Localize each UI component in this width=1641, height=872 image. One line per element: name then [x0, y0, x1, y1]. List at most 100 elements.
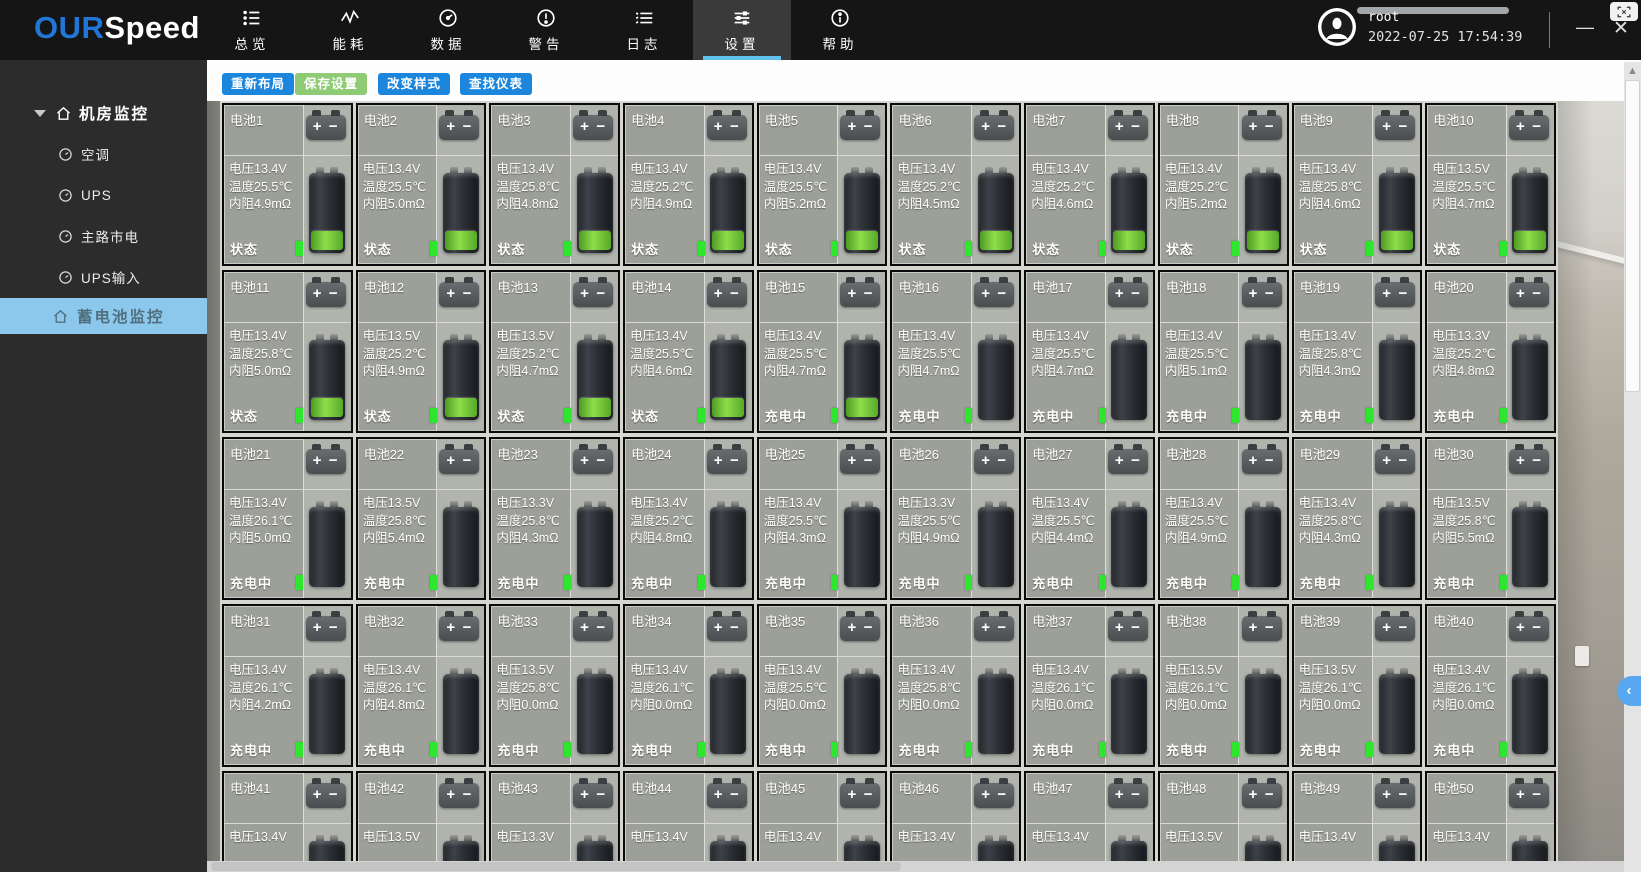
battery-plus-minus-icon[interactable]: +−	[1509, 282, 1549, 307]
battery-card[interactable]: +− 电池14 电压13.4V 温度25.5℃ 内阻4.6mΩ 状态	[623, 270, 754, 433]
battery-plus-minus-icon[interactable]: +−	[1375, 115, 1415, 140]
battery-card[interactable]: +− 电池37 电压13.4V 温度26.1℃ 内阻0.0mΩ 充电中	[1024, 604, 1155, 767]
battery-plus-minus-icon[interactable]: +−	[1242, 783, 1282, 808]
battery-card[interactable]: +− 电池28 电压13.4V 温度25.5℃ 内阻4.9mΩ 充电中	[1158, 437, 1289, 600]
save-settings-button[interactable]: 保存设置	[295, 73, 367, 95]
battery-card[interactable]: +− 电池46 电压13.4V	[890, 771, 1021, 872]
battery-plus-minus-icon[interactable]: +−	[439, 783, 479, 808]
battery-plus-minus-icon[interactable]: +−	[707, 115, 747, 140]
battery-card[interactable]: +− 电池50 电压13.4V	[1425, 771, 1556, 872]
battery-card[interactable]: +− 电池10 电压13.5V 温度25.5℃ 内阻4.7mΩ 状态	[1425, 103, 1556, 266]
battery-card[interactable]: +− 电池18 电压13.4V 温度25.5℃ 内阻5.1mΩ 充电中	[1158, 270, 1289, 433]
battery-card[interactable]: +− 电池45 电压13.4V	[757, 771, 888, 872]
battery-plus-minus-icon[interactable]: +−	[439, 449, 479, 474]
collapse-panel-chevron[interactable]: ‹	[1617, 676, 1641, 706]
battery-card[interactable]: +− 电池42 电压13.5V	[356, 771, 487, 872]
sidebar-item-ups[interactable]: UPS	[0, 181, 207, 209]
change-style-button[interactable]: 改变样式	[378, 73, 450, 95]
battery-plus-minus-icon[interactable]: +−	[1509, 783, 1549, 808]
battery-card[interactable]: +− 电池13 电压13.5V 温度25.2℃ 内阻4.7mΩ 状态	[489, 270, 620, 433]
sidebar-section-room-monitoring[interactable]: 机房监控	[0, 98, 207, 128]
battery-card[interactable]: +− 电池40 电压13.4V 温度26.1℃ 内阻0.0mΩ 充电中	[1425, 604, 1556, 767]
battery-card[interactable]: +− 电池11 电压13.4V 温度25.8℃ 内阻5.0mΩ 状态	[222, 270, 353, 433]
tab-alerts[interactable]: 警告	[497, 0, 595, 60]
horizontal-scrollbar[interactable]	[207, 861, 1624, 872]
battery-card[interactable]: +− 电池16 电压13.4V 温度25.5℃ 内阻4.7mΩ 充电中	[890, 270, 1021, 433]
vertical-scrollbar-thumb[interactable]	[1625, 80, 1640, 392]
battery-card[interactable]: +− 电池7 电压13.4V 温度25.2℃ 内阻4.6mΩ 状态	[1024, 103, 1155, 266]
battery-card[interactable]: +− 电池9 电压13.4V 温度25.8℃ 内阻4.6mΩ 状态	[1292, 103, 1423, 266]
battery-card[interactable]: +− 电池15 电压13.4V 温度25.5℃ 内阻4.7mΩ 充电中	[757, 270, 888, 433]
battery-plus-minus-icon[interactable]: +−	[306, 115, 346, 140]
battery-card[interactable]: +− 电池17 电压13.4V 温度25.5℃ 内阻4.7mΩ 充电中	[1024, 270, 1155, 433]
battery-plus-minus-icon[interactable]: +−	[439, 616, 479, 641]
battery-card[interactable]: +− 电池26 电压13.3V 温度25.5℃ 内阻4.9mΩ 充电中	[890, 437, 1021, 600]
relayout-button[interactable]: 重新布局	[222, 73, 294, 95]
battery-plus-minus-icon[interactable]: +−	[840, 115, 880, 140]
tab-data[interactable]: 数据	[399, 0, 497, 60]
battery-plus-minus-icon[interactable]: +−	[707, 282, 747, 307]
find-meter-button[interactable]: 查找仪表	[460, 73, 532, 95]
battery-card[interactable]: +− 电池1 电压13.4V 温度25.5℃ 内阻4.9mΩ 状态	[222, 103, 353, 266]
battery-plus-minus-icon[interactable]: +−	[1108, 783, 1148, 808]
battery-plus-minus-icon[interactable]: +−	[1108, 616, 1148, 641]
battery-plus-minus-icon[interactable]: +−	[306, 616, 346, 641]
tab-help[interactable]: 帮助	[791, 0, 889, 60]
tab-overview[interactable]: 总览	[203, 0, 301, 60]
horizontal-scrollbar-thumb[interactable]	[211, 862, 901, 871]
battery-plus-minus-icon[interactable]: +−	[974, 783, 1014, 808]
battery-plus-minus-icon[interactable]: +−	[1509, 449, 1549, 474]
screenshot-tool-icon[interactable]	[1610, 2, 1638, 21]
sidebar-item-ups-input[interactable]: UPS输入	[0, 263, 207, 291]
battery-card[interactable]: +− 电池49 电压13.4V	[1292, 771, 1423, 872]
battery-card[interactable]: +− 电池22 电压13.5V 温度25.8℃ 内阻5.4mΩ 充电中	[356, 437, 487, 600]
battery-plus-minus-icon[interactable]: +−	[974, 115, 1014, 140]
battery-plus-minus-icon[interactable]: +−	[306, 449, 346, 474]
battery-card[interactable]: +− 电池35 电压13.4V 温度25.5℃ 内阻0.0mΩ 充电中	[757, 604, 888, 767]
battery-card[interactable]: +− 电池21 电压13.4V 温度26.1℃ 内阻5.0mΩ 充电中	[222, 437, 353, 600]
battery-card[interactable]: +− 电池29 电压13.4V 温度25.8℃ 内阻4.3mΩ 充电中	[1292, 437, 1423, 600]
battery-card[interactable]: +− 电池5 电压13.4V 温度25.5℃ 内阻5.2mΩ 状态	[757, 103, 888, 266]
sidebar-item-aircon[interactable]: 空调	[0, 140, 207, 168]
battery-plus-minus-icon[interactable]: +−	[573, 783, 613, 808]
battery-card[interactable]: +− 电池44 电压13.4V	[623, 771, 754, 872]
battery-plus-minus-icon[interactable]: +−	[1242, 616, 1282, 641]
battery-plus-minus-icon[interactable]: +−	[439, 115, 479, 140]
battery-card[interactable]: +− 电池8 电压13.4V 温度25.2℃ 内阻5.2mΩ 状态	[1158, 103, 1289, 266]
battery-card[interactable]: +− 电池20 电压13.3V 温度25.2℃ 内阻4.8mΩ 充电中	[1425, 270, 1556, 433]
battery-plus-minus-icon[interactable]: +−	[439, 282, 479, 307]
battery-plus-minus-icon[interactable]: +−	[840, 616, 880, 641]
battery-card[interactable]: +− 电池24 电压13.4V 温度25.2℃ 内阻4.8mΩ 充电中	[623, 437, 754, 600]
battery-plus-minus-icon[interactable]: +−	[974, 282, 1014, 307]
battery-card[interactable]: +− 电池6 电压13.4V 温度25.2℃ 内阻4.5mΩ 状态	[890, 103, 1021, 266]
battery-card[interactable]: +− 电池27 电压13.4V 温度25.5℃ 内阻4.4mΩ 充电中	[1024, 437, 1155, 600]
battery-plus-minus-icon[interactable]: +−	[840, 449, 880, 474]
battery-card[interactable]: +− 电池48 电压13.5V	[1158, 771, 1289, 872]
battery-card[interactable]: +− 电池31 电压13.4V 温度26.1℃ 内阻4.2mΩ 充电中	[222, 604, 353, 767]
battery-card[interactable]: +− 电池43 电压13.3V	[489, 771, 620, 872]
battery-plus-minus-icon[interactable]: +−	[1242, 115, 1282, 140]
battery-plus-minus-icon[interactable]: +−	[974, 616, 1014, 641]
battery-plus-minus-icon[interactable]: +−	[1108, 449, 1148, 474]
battery-plus-minus-icon[interactable]: +−	[974, 449, 1014, 474]
tab-energy[interactable]: 能耗	[301, 0, 399, 60]
battery-card[interactable]: +− 电池47 电压13.4V	[1024, 771, 1155, 872]
battery-plus-minus-icon[interactable]: +−	[573, 449, 613, 474]
battery-card[interactable]: +− 电池33 电压13.5V 温度25.8℃ 内阻0.0mΩ 充电中	[489, 604, 620, 767]
battery-plus-minus-icon[interactable]: +−	[1108, 282, 1148, 307]
battery-card[interactable]: +− 电池25 电压13.4V 温度25.5℃ 内阻4.3mΩ 充电中	[757, 437, 888, 600]
battery-plus-minus-icon[interactable]: +−	[573, 282, 613, 307]
battery-plus-minus-icon[interactable]: +−	[1242, 282, 1282, 307]
battery-plus-minus-icon[interactable]: +−	[306, 282, 346, 307]
battery-plus-minus-icon[interactable]: +−	[573, 616, 613, 641]
battery-card[interactable]: +− 电池34 电压13.4V 温度26.1℃ 内阻0.0mΩ 充电中	[623, 604, 754, 767]
battery-card[interactable]: +− 电池19 电压13.4V 温度25.8℃ 内阻4.3mΩ 充电中	[1292, 270, 1423, 433]
battery-card[interactable]: +− 电池41 电压13.4V	[222, 771, 353, 872]
battery-plus-minus-icon[interactable]: +−	[1108, 115, 1148, 140]
battery-card[interactable]: +− 电池30 电压13.5V 温度25.8℃ 内阻5.5mΩ 充电中	[1425, 437, 1556, 600]
battery-plus-minus-icon[interactable]: +−	[840, 282, 880, 307]
battery-plus-minus-icon[interactable]: +−	[306, 783, 346, 808]
vertical-scrollbar[interactable]: ▲	[1624, 62, 1641, 872]
battery-card[interactable]: +− 电池23 电压13.3V 温度25.8℃ 内阻4.3mΩ 充电中	[489, 437, 620, 600]
battery-card[interactable]: +− 电池4 电压13.4V 温度25.2℃ 内阻4.9mΩ 状态	[623, 103, 754, 266]
